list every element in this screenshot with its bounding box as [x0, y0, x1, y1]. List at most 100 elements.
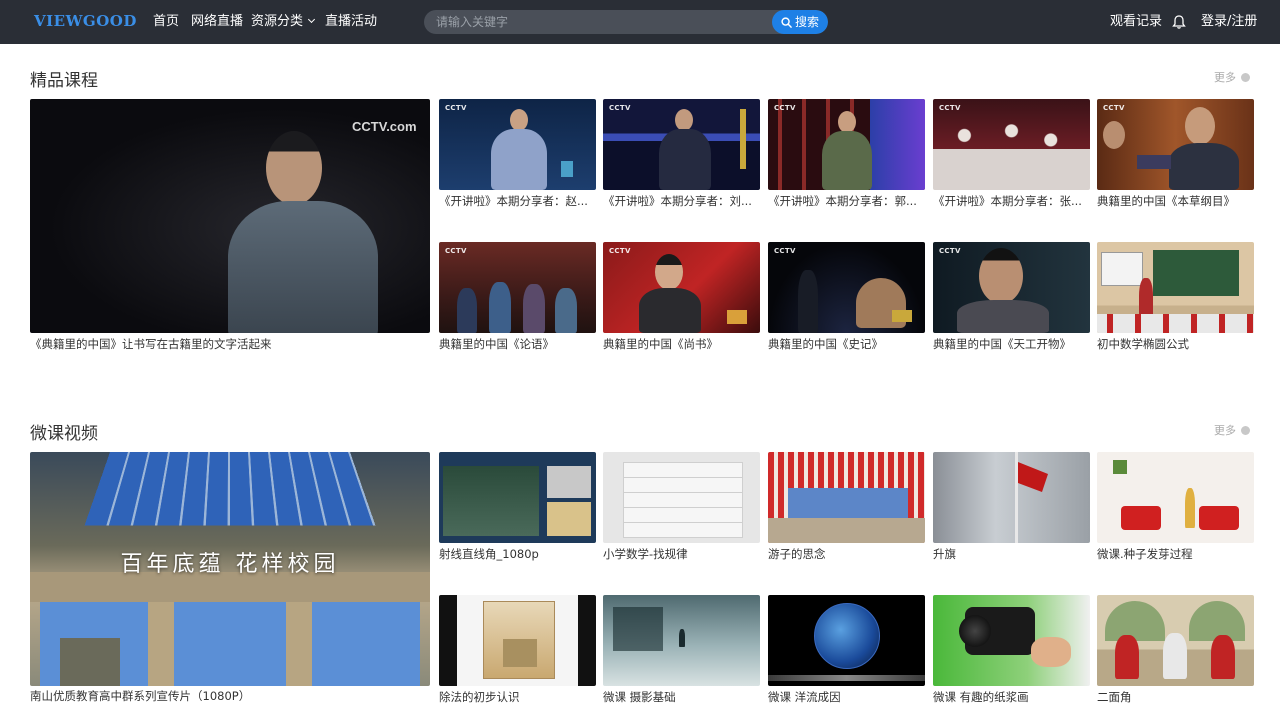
- speaker-figure: [491, 129, 547, 190]
- featured-video-card[interactable]: 百年底蕴 花样校园 南山优质教育高中群系列宣传片（1080P）: [30, 452, 430, 706]
- video-thumbnail: [768, 452, 925, 543]
- video-thumbnail: [933, 452, 1090, 543]
- video-card[interactable]: CCTV 典籍里的中国《天工开物》: [933, 242, 1090, 354]
- video-thumbnail: [768, 595, 925, 686]
- search-box: 搜索: [424, 10, 828, 34]
- section-title-micro-lessons: 微课视频: [30, 424, 98, 444]
- actor-figure: [957, 300, 1049, 333]
- more-dot-icon: [1241, 73, 1250, 82]
- nav-item-categories[interactable]: 资源分类: [251, 0, 316, 44]
- cctv-logo: CCTV.com: [352, 119, 417, 134]
- speaker-figure: [659, 129, 711, 190]
- actor-figure: [798, 270, 818, 333]
- login-register-link[interactable]: 登录/注册: [1201, 0, 1257, 44]
- speaker-figure: [1169, 143, 1239, 190]
- name-caption-plate: [1137, 155, 1171, 169]
- video-card[interactable]: 微课 洋流成因: [768, 595, 925, 707]
- video-card[interactable]: 游子的思念: [768, 452, 925, 564]
- video-card[interactable]: 升旗: [933, 452, 1090, 564]
- video-card[interactable]: CCTV 典籍里的中国《论语》: [439, 242, 596, 354]
- video-card[interactable]: 除法的初步认识: [439, 595, 596, 707]
- nav-item-home[interactable]: 首页: [153, 0, 179, 44]
- flag: [1018, 462, 1048, 492]
- search-button[interactable]: 搜索: [772, 10, 828, 34]
- sofa: [1121, 506, 1161, 530]
- video-card[interactable]: CCTV 《开讲啦》本期分享者：刘...: [603, 99, 760, 211]
- nav-item-live[interactable]: 网络直播: [191, 0, 243, 44]
- cctv-logo: CCTV: [939, 104, 961, 112]
- video-caption: 射线直线角_1080p: [439, 547, 539, 561]
- video-caption: 微课 有趣的纸浆画: [933, 690, 1029, 704]
- video-card[interactable]: CCTV 《开讲啦》本期分享者：郭...: [768, 99, 925, 211]
- actor-figure: [555, 288, 577, 333]
- nav-item-live-events[interactable]: 直播活动: [325, 0, 377, 44]
- video-thumbnail: CCTV: [933, 242, 1090, 333]
- video-card[interactable]: 小学数学-找规律: [603, 452, 760, 564]
- pillar: [148, 602, 174, 686]
- site-logo[interactable]: VIEWGOOD: [34, 12, 137, 30]
- video-card[interactable]: 微课.种子发芽过程: [1097, 452, 1254, 564]
- person-figure: [679, 629, 685, 647]
- program-logo: [892, 310, 912, 322]
- video-caption: 初中数学椭圆公式: [1097, 337, 1189, 351]
- video-thumbnail: [603, 595, 760, 686]
- tower: [60, 638, 120, 686]
- speaker-head: [510, 109, 528, 131]
- cctv-logo: CCTV: [445, 247, 467, 255]
- more-link-label: 更多: [1214, 71, 1236, 84]
- video-thumbnail: 百年底蕴 花样校园: [30, 452, 430, 686]
- sofa: [1199, 506, 1239, 530]
- video-thumbnail: [1097, 452, 1254, 543]
- cctv-logo: CCTV: [939, 247, 961, 255]
- more-link-micro-lessons[interactable]: 更多: [1214, 422, 1250, 438]
- video-caption: 《开讲啦》本期分享者：赵...: [439, 194, 588, 208]
- video-thumbnail: CCTV: [603, 99, 760, 190]
- video-thumbnail: [933, 595, 1090, 686]
- watch-history-link[interactable]: 观看记录: [1110, 0, 1162, 44]
- speaker-head: [1185, 107, 1215, 145]
- more-dot-icon: [1241, 426, 1250, 435]
- wall-picture: [1113, 460, 1127, 474]
- classroom-view: [443, 466, 539, 536]
- video-card[interactable]: CCTV 典籍里的中国《尚书》: [603, 242, 760, 354]
- speaker-head: [838, 111, 856, 133]
- video-card[interactable]: CCTV 《开讲啦》本期分享者：赵...: [439, 99, 596, 211]
- video-thumbnail: [603, 452, 760, 543]
- video-card[interactable]: CCTV 典籍里的中国《本草纲目》: [1097, 99, 1254, 211]
- featured-video-card[interactable]: CCTV.com 《典籍里的中国》让书写在古籍里的文字活起来: [30, 99, 430, 351]
- video-caption: 微课 洋流成因: [768, 690, 841, 704]
- video-caption: 南山优质教育高中群系列宣传片（1080P）: [30, 689, 251, 703]
- search-button-label: 搜索: [794, 15, 819, 29]
- search-input[interactable]: [424, 10, 772, 34]
- cctv-logo: CCTV: [1103, 104, 1125, 112]
- actor-figure: [523, 284, 545, 333]
- video-caption: 微课.种子发芽过程: [1097, 547, 1193, 561]
- student-figure: [1163, 633, 1187, 679]
- bell-icon[interactable]: [1172, 14, 1186, 30]
- video-thumbnail: CCTV: [1097, 99, 1254, 190]
- student-figure: [1115, 635, 1139, 679]
- video-caption: 《开讲啦》本期分享者：刘...: [603, 194, 752, 208]
- video-caption: 游子的思念: [768, 547, 826, 561]
- video-card[interactable]: 微课 有趣的纸浆画: [933, 595, 1090, 707]
- cctv-logo: CCTV: [774, 104, 796, 112]
- screen-prop: [561, 161, 573, 177]
- glass-skylight: [84, 452, 376, 526]
- tree-mural: [1105, 601, 1165, 641]
- video-card[interactable]: CCTV 《开讲啦》本期分享者：张...: [933, 99, 1090, 211]
- more-link-premium-courses[interactable]: 更多: [1214, 69, 1250, 85]
- video-card[interactable]: 射线直线角_1080p: [439, 452, 596, 564]
- top-navigation-bar: VIEWGOOD 首页 网络直播 资源分类 直播活动 搜索 观看记录 登录/注册: [0, 0, 1280, 44]
- video-card[interactable]: 二面角: [1097, 595, 1254, 707]
- video-thumbnail: CCTV: [768, 99, 925, 190]
- cctv-logo: CCTV: [774, 247, 796, 255]
- video-card[interactable]: 初中数学椭圆公式: [1097, 242, 1254, 354]
- cctv-logo: CCTV: [609, 247, 631, 255]
- video-card[interactable]: 微课 摄影基础: [603, 595, 760, 707]
- worksheet: [623, 462, 743, 538]
- video-caption: 典籍里的中国《史记》: [768, 337, 883, 351]
- video-card[interactable]: CCTV 典籍里的中国《史记》: [768, 242, 925, 354]
- video-thumbnail: [1097, 242, 1254, 333]
- hand: [1031, 637, 1071, 667]
- speaker-figure: [639, 288, 701, 333]
